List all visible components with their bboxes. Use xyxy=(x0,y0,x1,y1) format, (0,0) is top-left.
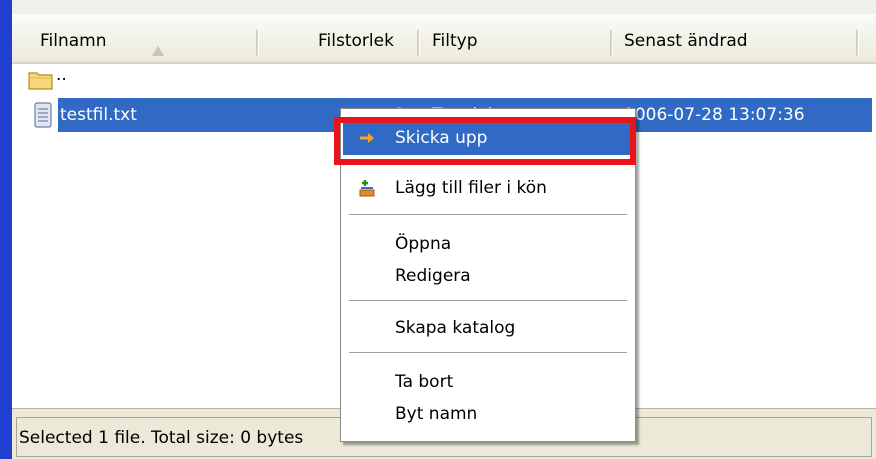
menu-item-delete[interactable]: Ta bort xyxy=(343,365,633,399)
menu-separator xyxy=(349,352,627,353)
list-item-parent-folder[interactable]: .. xyxy=(12,65,876,98)
window-edge xyxy=(0,0,12,459)
menu-item-add-to-queue[interactable]: Lägg till filer i kön xyxy=(343,171,633,205)
menu-item-label: Lägg till filer i kön xyxy=(395,178,547,198)
column-header-filename[interactable]: Filnamn xyxy=(40,14,107,62)
menu-item-open[interactable]: Öppna xyxy=(343,227,633,261)
add-to-queue-icon xyxy=(359,180,375,197)
file-name: .. xyxy=(56,65,67,85)
menu-item-label: Skapa katalog xyxy=(395,318,516,338)
file-name: testfil.txt xyxy=(60,105,137,125)
menu-item-label: Redigera xyxy=(395,266,471,286)
column-header-modified[interactable]: Senast ändrad xyxy=(624,14,748,62)
menu-item-create-directory[interactable]: Skapa katalog xyxy=(343,311,633,345)
menu-item-rename[interactable]: Byt namn xyxy=(343,397,633,431)
folder-icon xyxy=(28,72,53,90)
menu-item-label: Byt namn xyxy=(395,404,478,424)
menu-separator xyxy=(349,300,627,301)
annotation-highlight-box xyxy=(334,117,636,165)
toolbar-strip xyxy=(12,0,876,14)
text-file-icon xyxy=(34,102,52,128)
menu-separator xyxy=(349,214,627,215)
status-text: Selected 1 file. Total size: 0 bytes xyxy=(19,428,304,448)
menu-item-label: Ta bort xyxy=(395,372,454,392)
column-header-filetype[interactable]: Filtyp xyxy=(432,14,478,62)
column-divider[interactable] xyxy=(256,30,259,56)
column-divider[interactable] xyxy=(610,30,613,56)
column-divider[interactable] xyxy=(417,30,420,56)
menu-item-edit[interactable]: Redigera xyxy=(343,259,633,293)
column-divider[interactable] xyxy=(856,30,859,56)
ftp-remote-pane: Filnamn Filstorlek Filtyp Senast ändrad … xyxy=(0,0,876,459)
file-modified: 2006-07-28 13:07:36 xyxy=(624,105,805,125)
sort-ascending-icon xyxy=(152,46,164,56)
column-header: Filnamn Filstorlek Filtyp Senast ändrad xyxy=(12,14,876,64)
menu-item-label: Öppna xyxy=(395,234,452,254)
column-header-filesize[interactable]: Filstorlek xyxy=(318,14,394,62)
